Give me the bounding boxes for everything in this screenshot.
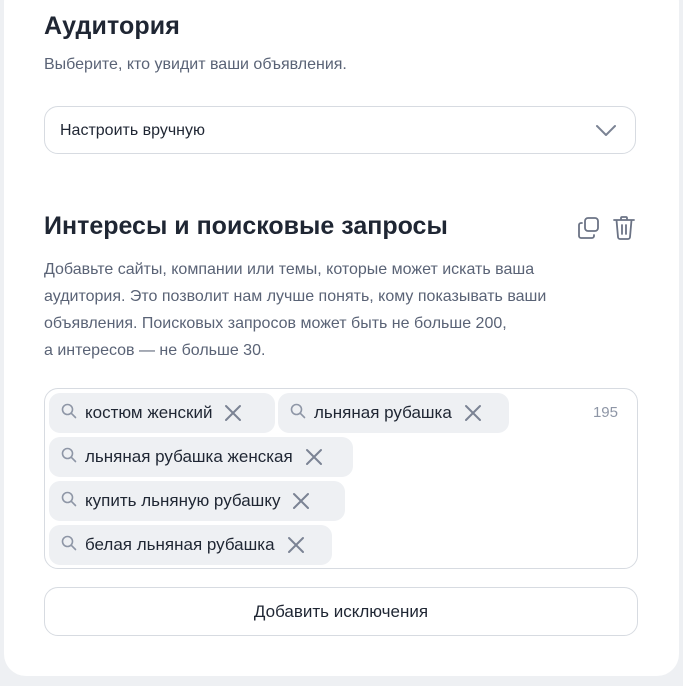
query-tag-text: льняная рубашка [314,403,452,422]
query-tag: костюм женский [49,393,275,433]
close-icon[interactable] [292,492,310,510]
query-tag: купить льняную рубашку [49,481,345,521]
remaining-counter: 195 [592,404,618,421]
query-tag: льняная рубашка женская [49,437,353,477]
search-icon [290,403,306,424]
add-exclusions-button[interactable]: Добавить исключения [44,587,638,636]
query-tag-text: купить льняную рубашку [85,491,281,510]
copy-icon[interactable] [575,214,603,242]
search-queries-input[interactable]: 195 костюм женский льняная рубашка льнян… [44,388,638,569]
search-icon [61,535,77,556]
close-icon[interactable] [287,536,305,554]
query-tag: льняная рубашка [278,393,509,433]
description-line: аудитория. Это позволит нам лучше понять… [44,288,547,305]
chevron-down-icon [595,124,617,143]
search-icon [61,491,77,512]
interests-description: Добавьте сайты, компании или темы, котор… [44,256,634,364]
query-tag-text: белая льняная рубашка [85,535,275,554]
audience-title: Аудитория [44,12,180,40]
audience-select-value: Настроить вручную [60,122,206,139]
close-icon[interactable] [224,404,242,422]
search-icon [61,403,77,424]
audience-select[interactable]: Настроить вручную [44,106,636,154]
description-line: объявления. Поисковых запросов может быт… [44,315,507,332]
query-tag-text: льняная рубашка женская [85,447,293,466]
description-line: Добавьте сайты, компании или темы, котор… [44,261,535,278]
query-tag-text: костюм женский [85,403,213,422]
close-icon[interactable] [464,404,482,422]
description-line: а интересов — не больше 30. [44,342,266,359]
close-icon[interactable] [305,448,323,466]
query-tag: белая льняная рубашка [49,525,332,565]
audience-subtitle: Выберите, кто увидит ваши объявления. [44,56,347,73]
interests-title: Интересы и поисковые запросы [44,212,448,240]
trash-icon[interactable] [610,214,638,242]
search-icon [61,447,77,468]
